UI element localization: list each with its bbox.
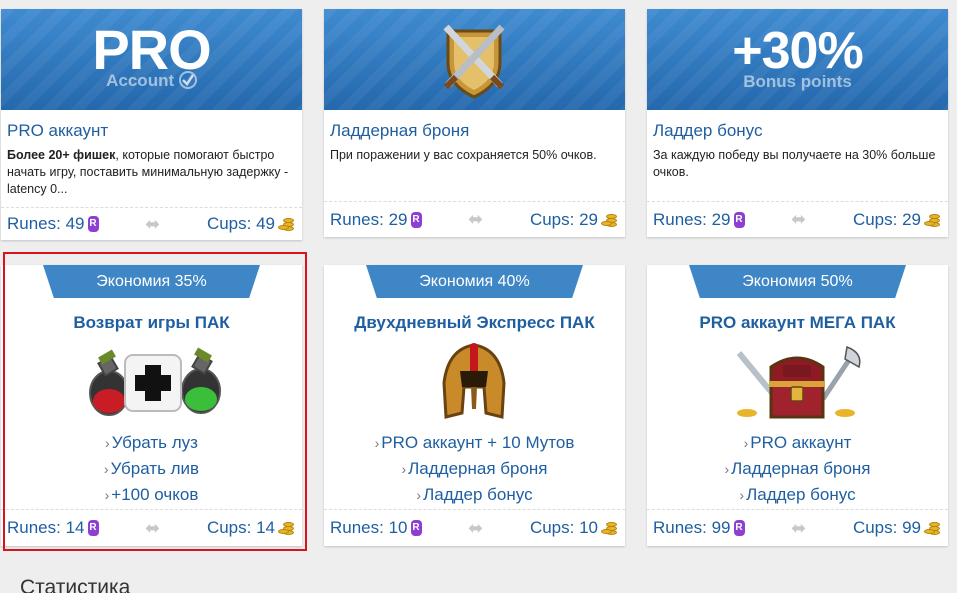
banner-sub-text: Account: [1, 71, 302, 91]
product-card-pro-account[interactable]: PRO Account PRO аккаунт Более 20+ фишек,…: [1, 9, 302, 240]
stats-heading: Статистика: [20, 576, 131, 593]
swap-arrows-icon: ⬌: [145, 213, 161, 234]
price-row: Runes: 29 R ⬌ Cups: 29: [647, 201, 948, 237]
coins-icon: [277, 216, 296, 232]
card-title[interactable]: Ладдер бонус: [647, 121, 948, 141]
chevron-right-icon: ›: [739, 487, 745, 503]
crossed-swords-shield-icon: [443, 24, 505, 99]
card-description: При поражении у вас сохраняется 50% очко…: [330, 148, 597, 162]
chevron-right-icon: ›: [416, 487, 422, 503]
rune-icon: R: [733, 211, 745, 228]
coins-icon: [600, 212, 619, 228]
check-icon: [178, 71, 197, 89]
card-title[interactable]: Ладдерная броня: [324, 121, 625, 141]
feature-list: › PRO аккаунт › Ладдерная броня › Ладдер бо…: [647, 430, 948, 508]
product-card-ladder-armor[interactable]: Ладдерная броня При поражении у вас сохр…: [324, 9, 625, 237]
feature-item: › Ладдер бонус: [739, 485, 856, 504]
coins-icon: [600, 520, 619, 536]
ladder-bonus-banner: +30% Bonus points: [647, 9, 948, 110]
price-row: Runes: 29 R ⬌ Cups: 29: [324, 201, 625, 237]
feature-item: › Ладдер бонус: [416, 485, 533, 504]
cups-price[interactable]: Cups: 99: [853, 518, 942, 538]
cups-price[interactable]: Cups: 29: [530, 210, 619, 230]
pro-account-banner: PRO Account: [1, 9, 302, 110]
product-card-ladder-bonus[interactable]: +30% Bonus points Ладдер бонус За каждую…: [647, 9, 948, 237]
rune-icon: R: [87, 216, 99, 232]
treasure-chest-icon: [647, 343, 948, 423]
pack-title[interactable]: Двухдневный Экспресс ПАК: [324, 313, 625, 333]
rune-icon: R: [733, 520, 745, 536]
price-row: Runes: 10 R ⬌ Cups: 10: [324, 509, 625, 546]
runes-price[interactable]: Runes: 29 R: [653, 210, 745, 230]
runes-price[interactable]: Runes: 99 R: [653, 518, 745, 538]
card-title[interactable]: PRO аккаунт: [1, 121, 302, 141]
chevron-right-icon: ›: [724, 461, 730, 477]
coins-icon: [923, 520, 942, 536]
card-description: За каждую победу вы получаете на 30% бол…: [653, 148, 936, 179]
savings-ribbon: Экономия 50%: [689, 265, 906, 298]
swap-arrows-icon: ⬌: [791, 209, 807, 229]
banner-sub-text: Bonus points: [743, 72, 852, 91]
feature-item: › Ладдерная броня: [724, 459, 871, 478]
price-row: Runes: 99 R ⬌ Cups: 99: [647, 509, 948, 546]
chevron-right-icon: ›: [743, 435, 749, 451]
swap-arrows-icon: ⬌: [468, 209, 484, 229]
ladder-armor-banner: [324, 9, 625, 110]
pack-card-pro-mega[interactable]: Экономия 50% PRO аккаунт МЕГА ПАК › PRO а…: [647, 265, 948, 546]
feature-list: › PRO аккаунт + 10 Мутов › Ладдерная броня…: [324, 430, 625, 508]
feature-item: › Ладдерная броня: [401, 459, 548, 478]
runes-price[interactable]: Runes: 29 R: [330, 210, 422, 230]
chevron-right-icon: ›: [401, 461, 407, 477]
pack-title[interactable]: PRO аккаунт МЕГА ПАК: [647, 313, 948, 333]
runes-price[interactable]: Runes: 49 R: [7, 214, 99, 234]
rune-icon: R: [410, 520, 422, 536]
coins-icon: [923, 212, 942, 228]
swap-arrows-icon: ⬌: [468, 517, 484, 538]
spartan-helmet-icon: [324, 343, 625, 423]
swap-arrows-icon: ⬌: [791, 517, 807, 538]
pack-card-two-day-express[interactable]: Экономия 40% Двухдневный Экспресс ПАК › P…: [324, 265, 625, 546]
selection-highlight: [3, 252, 307, 551]
feature-item: › PRO аккаунт: [743, 433, 852, 452]
feature-item: › PRO аккаунт + 10 Мутов: [374, 433, 575, 452]
cups-price[interactable]: Cups: 10: [530, 518, 619, 538]
runes-price[interactable]: Runes: 10 R: [330, 518, 422, 538]
price-row: Runes: 49 R ⬌ Cups: 49: [1, 207, 302, 240]
card-description: Более 20+ фишек, которые помогают быстро…: [7, 148, 289, 196]
rune-icon: R: [410, 211, 422, 228]
cups-price[interactable]: Cups: 29: [853, 210, 942, 230]
chevron-right-icon: ›: [374, 435, 380, 451]
savings-ribbon: Экономия 40%: [366, 265, 583, 298]
cups-price[interactable]: Cups: 49: [207, 214, 296, 234]
